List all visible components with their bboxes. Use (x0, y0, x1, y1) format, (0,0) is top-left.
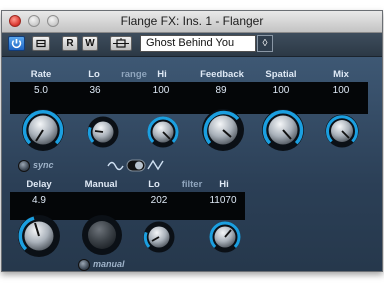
range-hi-knob[interactable] (146, 115, 180, 149)
compare-button[interactable] (110, 36, 132, 51)
filter-lo-value: 202 (150, 195, 168, 206)
range-label: range (121, 69, 147, 80)
sine-wave-icon (107, 161, 124, 171)
bypass-button[interactable] (32, 36, 50, 51)
bypass-icon (36, 39, 46, 48)
plugin-window: Flange FX: Ins. 1 - Flanger R W Ghost Be… (1, 10, 383, 272)
spatial-value: 100 (272, 85, 290, 96)
preset-menu-button[interactable]: ◊ (257, 35, 273, 52)
rate-knob[interactable] (20, 107, 66, 153)
compare-icon (113, 38, 129, 48)
sync-label: sync (33, 160, 54, 170)
mix-knob[interactable] (324, 113, 360, 149)
filter-hi-value: 11070 (209, 195, 237, 206)
sync-toggle[interactable] (18, 160, 30, 172)
manual-toggle-label: manual (93, 259, 125, 269)
flanger-panel: Rate Lo range Hi Feedback Spatial Mix 5.… (2, 57, 382, 271)
mix-value: 100 (332, 85, 350, 96)
rate-label: Rate (30, 69, 52, 80)
read-automation-button[interactable]: R (62, 36, 78, 51)
filter-hi-label: Hi (219, 179, 229, 190)
write-automation-button[interactable]: W (82, 36, 98, 51)
power-button[interactable] (8, 36, 25, 51)
filter-lo-label: Lo (148, 179, 160, 190)
feedback-label: Feedback (200, 69, 244, 80)
range-lo-knob[interactable] (86, 115, 120, 149)
delay-knob[interactable] (16, 213, 62, 259)
spatial-knob[interactable] (260, 107, 306, 153)
delay-label: Delay (26, 179, 52, 190)
manual-knob[interactable] (80, 213, 124, 257)
manual-toggle[interactable] (78, 259, 90, 271)
title-bar[interactable]: Flange FX: Ins. 1 - Flanger (2, 11, 382, 33)
filter-lo-knob[interactable] (142, 220, 176, 254)
feedback-knob[interactable] (200, 107, 246, 153)
rate-value: 5.0 (34, 85, 48, 96)
diamond-icon: ◊ (262, 38, 268, 49)
filter-hi-knob[interactable] (208, 220, 242, 254)
preset-name-field[interactable]: Ghost Behind You (140, 35, 256, 52)
mix-label: Mix (333, 69, 349, 80)
lo-label: Lo (88, 69, 100, 80)
manual-label: Manual (84, 179, 118, 190)
power-icon (11, 39, 22, 49)
lo-value: 36 (89, 85, 101, 96)
plugin-toolbar: R W Ghost Behind You ◊ (2, 33, 382, 57)
window-title: Flange FX: Ins. 1 - Flanger (120, 14, 264, 28)
hi-label: Hi (157, 69, 167, 80)
filter-label: filter (181, 179, 203, 190)
feedback-value: 89 (215, 85, 227, 96)
spatial-label: Spatial (265, 69, 297, 80)
hi-value: 100 (152, 85, 170, 96)
triangle-wave-icon (147, 159, 164, 171)
waveform-selector[interactable] (106, 157, 166, 173)
delay-value: 4.9 (32, 195, 46, 206)
